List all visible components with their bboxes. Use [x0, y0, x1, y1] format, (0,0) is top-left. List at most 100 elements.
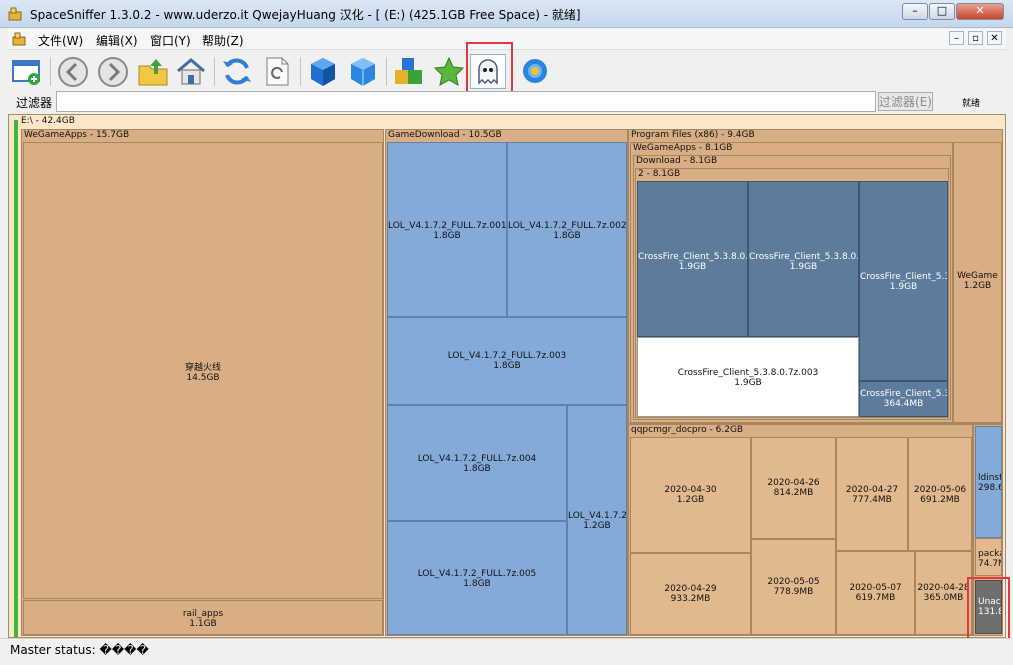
tile-size: 1.8GB [463, 464, 491, 474]
tile-name: 2020-04-29 [664, 584, 717, 594]
file-tile[interactable]: ldinst 298.6 [975, 426, 1002, 538]
date-folder-tile[interactable]: 2020-04-26 814.2MB [751, 437, 836, 539]
filter-input[interactable] [56, 91, 876, 112]
tile-name: 2020-05-05 [767, 577, 820, 587]
forward-icon[interactable] [96, 55, 130, 88]
tile-name: LOL_V4.1.7.2_FULL.7z.001 [388, 221, 507, 231]
date-folder-tile[interactable]: 2020-05-06 691.2MB [908, 437, 972, 551]
menu-file[interactable]: 文件(W) [38, 32, 83, 49]
folder-gamedownload[interactable]: GameDownload - 10.5GB LOL_V4.1.7.2_FULL.… [385, 129, 628, 636]
file-tile[interactable]: LOL_V4.1.7.2_FULL.7z.005 1.8GB [387, 521, 567, 635]
mdi-close-button[interactable]: ✕ [987, 31, 1002, 45]
tile-size: 1.8GB [433, 231, 461, 241]
tile-size: 1.9GB [734, 378, 762, 388]
treemap: E:\ - 42.4GB WeGameApps - 15.7GB 穿越火线 14… [8, 114, 1006, 638]
file-tile[interactable]: CrossFire_Client_5.3 364.4MB [859, 381, 948, 417]
file-tile[interactable]: LOL_V4.1.7.2_FULL.7z.004 1.8GB [387, 405, 567, 521]
title-bar: SpaceSniffer 1.3.0.2 - www.uderzo.it Qwe… [0, 0, 1013, 28]
toolbar-separator [50, 57, 51, 86]
tile-size: 778.9MB [773, 587, 814, 597]
file-tile[interactable]: CrossFire_Client_5.3 1.9GB [859, 181, 948, 381]
close-button[interactable]: ✕ [956, 3, 1004, 20]
tile-name: CrossFire_Client_5.3.8.0.7z.003 [677, 368, 819, 378]
folder-label: qqpcmgr_docpro - 6.2GB [631, 425, 744, 435]
date-folder-tile[interactable]: 2020-05-07 619.7MB [836, 551, 915, 635]
menu-help[interactable]: 帮助(Z) [202, 32, 244, 49]
tile-size: 1.8GB [463, 579, 491, 589]
app-icon [8, 7, 22, 21]
folder-crossfire[interactable]: 穿越火线 14.5GB [23, 142, 383, 599]
tile-size: 691.2MB [920, 495, 960, 505]
file-tile[interactable]: CrossFire_Client_5.3.8.0.7 1.9GB [748, 181, 859, 337]
tile-name: LOL_V4.1.7.2 [568, 511, 627, 521]
boxes-icon[interactable] [392, 55, 426, 88]
refresh-icon[interactable] [220, 55, 254, 88]
tile-size: 1.1GB [189, 619, 217, 629]
tile-size: 1.8GB [493, 361, 521, 371]
toolbar-separator [214, 57, 215, 86]
root-label: E:\ - 42.4GB [21, 116, 75, 126]
refresh-document-icon[interactable] [260, 55, 294, 88]
filter-button[interactable]: 过滤器(E) [878, 92, 933, 111]
file-tile-selected[interactable]: CrossFire_Client_5.3.8.0.7z.003 1.9GB [637, 337, 859, 417]
new-scan-icon[interactable] [10, 55, 44, 88]
folder-label: 2 - 8.1GB [638, 169, 681, 179]
minimize-button[interactable]: – [902, 3, 928, 20]
menu-edit[interactable]: 编辑(X) [96, 32, 138, 49]
tile-size: 74.7M [978, 559, 1001, 569]
folder-wegameapps[interactable]: WeGameApps - 15.7GB 穿越火线 14.5GB rail_app… [21, 129, 384, 636]
tile-name: CrossFire_Client_5.3 [860, 272, 948, 282]
mdi-restore-button[interactable]: ▫ [968, 31, 983, 45]
file-tile[interactable]: LOL_V4.1.7.2 1.2GB [567, 405, 627, 635]
tile-size: 298.6 [978, 483, 1002, 493]
star-icon[interactable] [432, 55, 466, 88]
folder-program-files[interactable]: Program Files (x86) - 9.4GB WeGameApps -… [628, 129, 1003, 424]
cube-outline-icon[interactable] [346, 55, 380, 88]
folder-download[interactable]: Download - 8.1GB 2 - 8.1GB CrossFire_Cli… [633, 155, 951, 420]
folder-wegame[interactable]: WeGame 1.2GB [953, 142, 1002, 423]
file-tile[interactable]: LOL_V4.1.7.2_FULL.7z.001 1.8GB [387, 142, 507, 317]
tile-name: packa [978, 549, 1001, 559]
folder-2[interactable]: 2 - 8.1GB CrossFire_Client_5.3.8.0.7 1.9… [635, 168, 949, 418]
folder-rail-apps[interactable]: rail_apps 1.1GB [23, 600, 383, 635]
folder-qqpcmgr-docpro[interactable]: qqpcmgr_docpro - 6.2GB 2020-04-30 1.2GB … [628, 424, 973, 636]
window-title: SpaceSniffer 1.3.0.2 - www.uderzo.it Qwe… [30, 8, 581, 22]
tile-name: WeGame [957, 271, 998, 281]
flower-icon[interactable] [518, 55, 552, 88]
date-folder-tile[interactable]: 2020-05-05 778.9MB [751, 539, 836, 635]
folder-label: Program Files (x86) - 9.4GB [631, 130, 755, 140]
folder-wegameapps-sub[interactable]: WeGameApps - 8.1GB Download - 8.1GB 2 - … [630, 142, 953, 423]
tile-size: 1.2GB [963, 281, 992, 291]
folder-label: GameDownload - 10.5GB [388, 130, 502, 140]
home-icon[interactable] [174, 55, 208, 88]
maximize-button[interactable]: □ [929, 3, 955, 20]
cube-icon[interactable] [306, 55, 340, 88]
tile-size: 1.9GB [678, 262, 707, 272]
filter-label: 过滤器 [16, 96, 53, 110]
toolbar-separator [386, 57, 387, 86]
menu-window[interactable]: 窗口(Y) [150, 32, 191, 49]
tile-size: 933.2MB [670, 594, 711, 604]
date-folder-tile[interactable]: 2020-04-29 933.2MB [630, 553, 751, 635]
file-tile[interactable]: LOL_V4.1.7.2_FULL.7z.003 1.8GB [387, 317, 627, 405]
unaccessible-highlight-annotation [967, 577, 1010, 645]
tile-size: 777.4MB [852, 495, 892, 505]
file-tile[interactable]: LOL_V4.1.7.2_FULL.7z.002 1.8GB [507, 142, 627, 317]
tile-name: LOL_V4.1.7.2_FULL.7z.005 [417, 569, 537, 579]
filter-status: 就绪 [962, 99, 981, 109]
parent-folder-icon[interactable] [136, 55, 170, 88]
toolbar-separator [300, 57, 301, 86]
tile-size: 814.2MB [773, 488, 814, 498]
back-icon[interactable] [56, 55, 90, 88]
folder-label: Download - 8.1GB [636, 156, 718, 166]
file-tile[interactable]: CrossFire_Client_5.3.8.0.7 1.9GB [637, 181, 748, 337]
tile-name: 2020-04-27 [845, 485, 899, 495]
tile-size: 1.8GB [553, 231, 581, 241]
date-folder-tile[interactable]: 2020-04-30 1.2GB [630, 437, 751, 553]
tile-name: 穿越火线 [184, 363, 221, 373]
date-folder-tile[interactable]: 2020-04-27 777.4MB [836, 437, 908, 551]
file-tile[interactable]: packa 74.7M [975, 538, 1002, 576]
mdi-minimize-button[interactable]: – [949, 31, 964, 45]
tile-name: LOL_V4.1.7.2_FULL.7z.004 [417, 454, 537, 464]
date-folder-tile[interactable]: 2020-04-28 365.0MB [915, 551, 972, 635]
